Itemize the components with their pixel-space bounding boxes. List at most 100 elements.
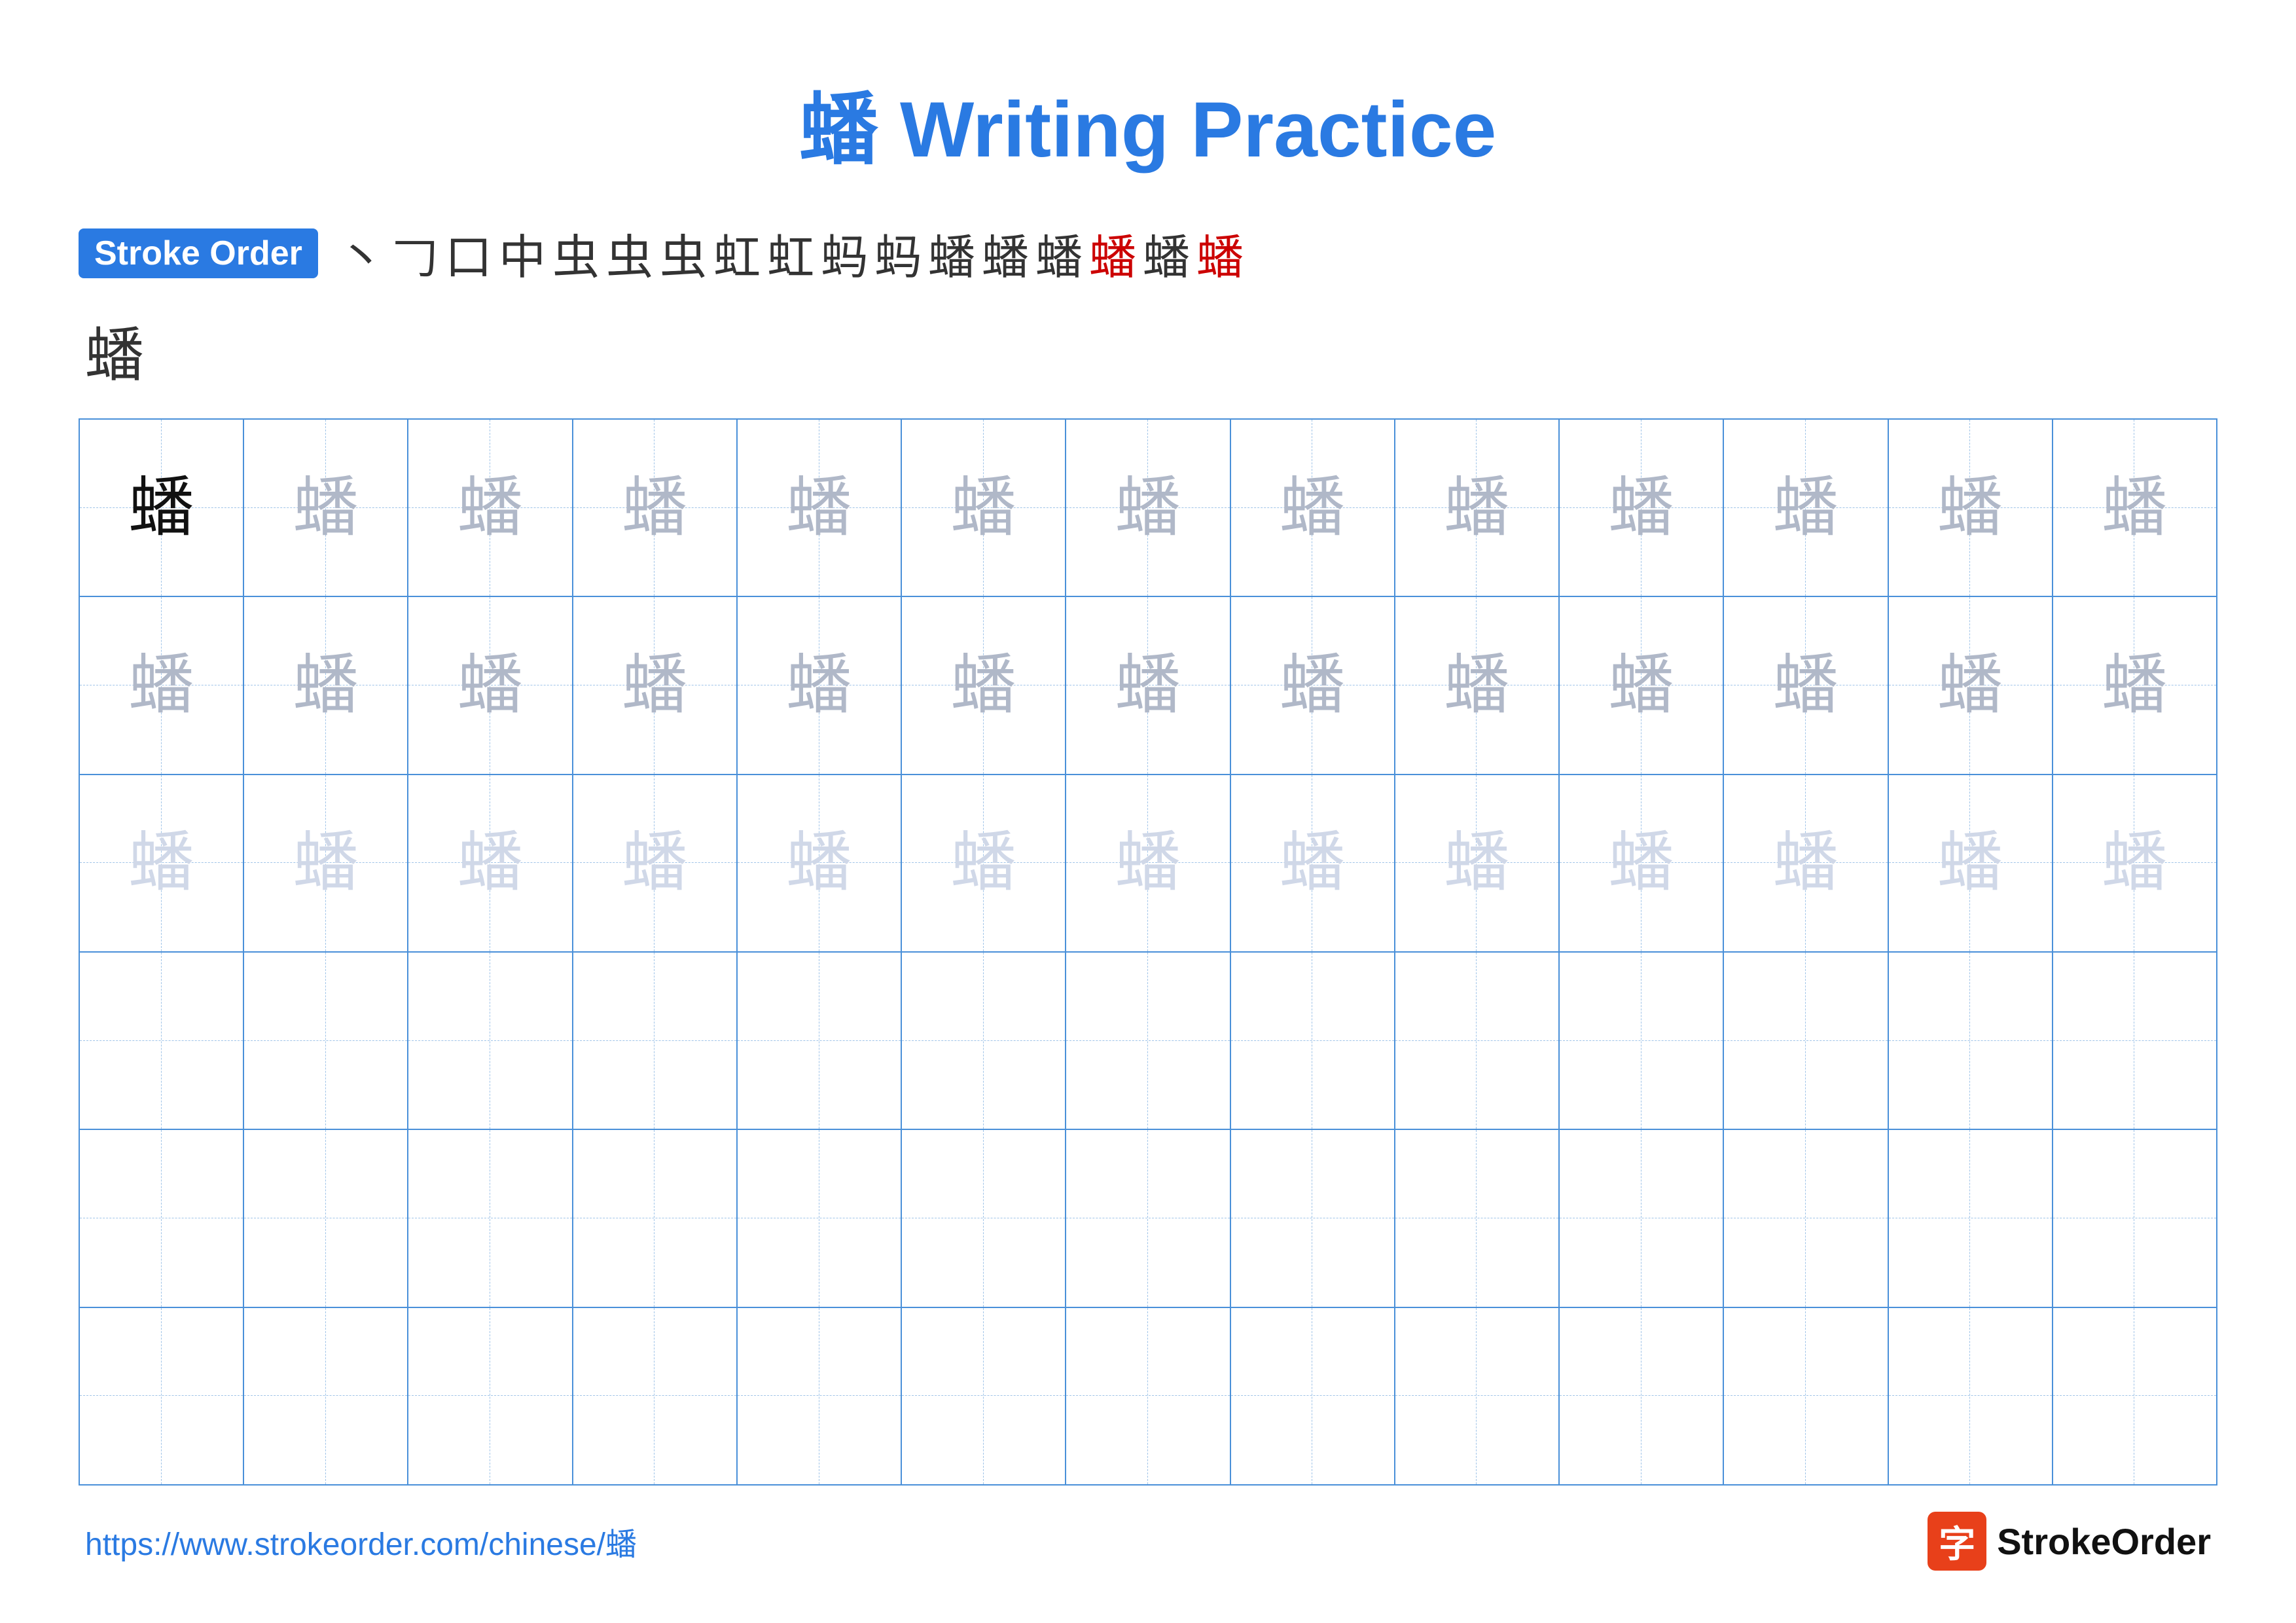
grid-cell-2-10[interactable]: 蟠 (1560, 597, 1724, 773)
grid-cell-4-13[interactable] (2053, 953, 2216, 1129)
grid-cell-1-3[interactable]: 蟠 (408, 420, 573, 596)
grid-cell-1-2[interactable]: 蟠 (244, 420, 408, 596)
grid-cell-4-2[interactable] (244, 953, 408, 1129)
grid-cell-6-13[interactable] (2053, 1308, 2216, 1484)
stroke-10: 蚂 (821, 219, 868, 287)
grid-cell-3-11[interactable]: 蟠 (1724, 775, 1888, 951)
grid-cell-6-10[interactable] (1560, 1308, 1724, 1484)
grid-cell-4-8[interactable] (1231, 953, 1395, 1129)
grid-cell-3-8[interactable]: 蟠 (1231, 775, 1395, 951)
stroke-11: 蚂 (874, 219, 922, 287)
grid-cell-2-3[interactable]: 蟠 (408, 597, 573, 773)
grid-cell-1-6[interactable]: 蟠 (902, 420, 1066, 596)
grid-cell-3-10[interactable]: 蟠 (1560, 775, 1724, 951)
grid-cell-6-5[interactable] (738, 1308, 902, 1484)
grid-cell-1-10[interactable]: 蟠 (1560, 420, 1724, 596)
grid-cell-3-12[interactable]: 蟠 (1889, 775, 2053, 951)
stroke-15: 蟠 (1089, 219, 1136, 287)
grid-cell-6-11[interactable] (1724, 1308, 1888, 1484)
grid-cell-2-12[interactable]: 蟠 (1889, 597, 2053, 773)
grid-cell-5-6[interactable] (902, 1130, 1066, 1306)
grid-cell-4-5[interactable] (738, 953, 902, 1129)
stroke-12: 蟠 (928, 219, 975, 287)
grid-cell-2-6[interactable]: 蟠 (902, 597, 1066, 773)
grid-cell-5-7[interactable] (1066, 1130, 1230, 1306)
grid-cell-6-3[interactable] (408, 1308, 573, 1484)
grid-cell-6-12[interactable] (1889, 1308, 2053, 1484)
grid-cell-4-10[interactable] (1560, 953, 1724, 1129)
grid-cell-3-2[interactable]: 蟠 (244, 775, 408, 951)
stroke-final-char: 蟠 (85, 307, 144, 392)
grid-cell-1-9[interactable]: 蟠 (1395, 420, 1560, 596)
footer-logo: 字 StrokeOrder (1928, 1512, 2211, 1571)
grid-cell-2-7[interactable]: 蟠 (1066, 597, 1230, 773)
grid-cell-5-11[interactable] (1724, 1130, 1888, 1306)
grid-cell-2-4[interactable]: 蟠 (573, 597, 738, 773)
grid-cell-1-7[interactable]: 蟠 (1066, 420, 1230, 596)
grid-cell-4-12[interactable] (1889, 953, 2053, 1129)
grid-cell-1-8[interactable]: 蟠 (1231, 420, 1395, 596)
grid-cell-5-8[interactable] (1231, 1130, 1395, 1306)
grid-cell-4-9[interactable] (1395, 953, 1560, 1129)
grid-cell-4-4[interactable] (573, 953, 738, 1129)
page: 蟠 Writing Practice Stroke Order 丶 𠃌 口 中 … (0, 0, 2296, 1623)
grid-cell-6-4[interactable] (573, 1308, 738, 1484)
grid-cell-1-4[interactable]: 蟠 (573, 420, 738, 596)
grid-cell-6-1[interactable] (80, 1308, 244, 1484)
grid-cell-6-9[interactable] (1395, 1308, 1560, 1484)
grid-cell-2-13[interactable]: 蟠 (2053, 597, 2216, 773)
stroke-3: 口 (445, 219, 492, 287)
grid-cell-5-10[interactable] (1560, 1130, 1724, 1306)
grid-cell-2-8[interactable]: 蟠 (1231, 597, 1395, 773)
grid-cell-1-5[interactable]: 蟠 (738, 420, 902, 596)
grid-cell-3-3[interactable]: 蟠 (408, 775, 573, 951)
grid-cell-3-5[interactable]: 蟠 (738, 775, 902, 951)
grid-cell-2-1[interactable]: 蟠 (80, 597, 244, 773)
grid-cell-5-12[interactable] (1889, 1130, 2053, 1306)
grid-cell-3-7[interactable]: 蟠 (1066, 775, 1230, 951)
stroke-1: 丶 (338, 219, 385, 287)
grid-cell-6-2[interactable] (244, 1308, 408, 1484)
grid-cell-4-1[interactable] (80, 953, 244, 1129)
grid-cell-6-8[interactable] (1231, 1308, 1395, 1484)
grid-cell-5-1[interactable] (80, 1130, 244, 1306)
grid-cell-3-4[interactable]: 蟠 (573, 775, 738, 951)
grid-cell-3-9[interactable]: 蟠 (1395, 775, 1560, 951)
grid-cell-5-5[interactable] (738, 1130, 902, 1306)
grid-cell-2-11[interactable]: 蟠 (1724, 597, 1888, 773)
grid-cell-1-1[interactable]: 蟠 (80, 420, 244, 596)
grid-cell-3-13[interactable]: 蟠 (2053, 775, 2216, 951)
grid-row-6 (80, 1308, 2216, 1484)
stroke-9: 虹 (767, 219, 814, 287)
grid-cell-2-2[interactable]: 蟠 (244, 597, 408, 773)
grid-cell-1-12[interactable]: 蟠 (1889, 420, 2053, 596)
grid-cell-4-6[interactable] (902, 953, 1066, 1129)
grid-cell-6-6[interactable] (902, 1308, 1066, 1484)
grid-cell-5-3[interactable] (408, 1130, 573, 1306)
stroke-7: 虫 (660, 219, 707, 287)
stroke-second-line: 蟠 (79, 307, 2217, 392)
grid-cell-5-2[interactable] (244, 1130, 408, 1306)
grid-cell-2-5[interactable]: 蟠 (738, 597, 902, 773)
grid-cell-4-3[interactable] (408, 953, 573, 1129)
practice-grid-wrapper: 蟠 蟠 蟠 蟠 蟠 蟠 蟠 蟠 蟠 蟠 蟠 蟠 蟠 蟠 蟠 蟠 蟠 蟠 蟠 蟠 … (79, 418, 2217, 1486)
page-title: 蟠 Writing Practice (79, 65, 2217, 179)
footer-url[interactable]: https://www.strokeorder.com/chinese/蟠 (85, 1518, 637, 1564)
grid-cell-4-11[interactable] (1724, 953, 1888, 1129)
grid-cell-6-7[interactable] (1066, 1308, 1230, 1484)
logo-char: 字 (1939, 1515, 1975, 1568)
grid-cell-2-9[interactable]: 蟠 (1395, 597, 1560, 773)
stroke-4: 中 (499, 219, 546, 287)
grid-cell-1-13[interactable]: 蟠 (2053, 420, 2216, 596)
grid-cell-4-7[interactable] (1066, 953, 1230, 1129)
stroke-sequence: 丶 𠃌 口 中 虫 虫 虫 虹 虹 蚂 蚂 蟠 蟠 蟠 蟠 蟠 蟠 (338, 219, 2217, 287)
grid-cell-5-9[interactable] (1395, 1130, 1560, 1306)
grid-cell-1-11[interactable]: 蟠 (1724, 420, 1888, 596)
grid-row-4 (80, 953, 2216, 1130)
grid-cell-3-6[interactable]: 蟠 (902, 775, 1066, 951)
grid-cell-3-1[interactable]: 蟠 (80, 775, 244, 951)
stroke-16: 蟠 (1143, 219, 1190, 287)
grid-cell-5-4[interactable] (573, 1130, 738, 1306)
grid-cell-5-13[interactable] (2053, 1130, 2216, 1306)
grid-row-3: 蟠 蟠 蟠 蟠 蟠 蟠 蟠 蟠 蟠 蟠 蟠 蟠 蟠 (80, 775, 2216, 953)
